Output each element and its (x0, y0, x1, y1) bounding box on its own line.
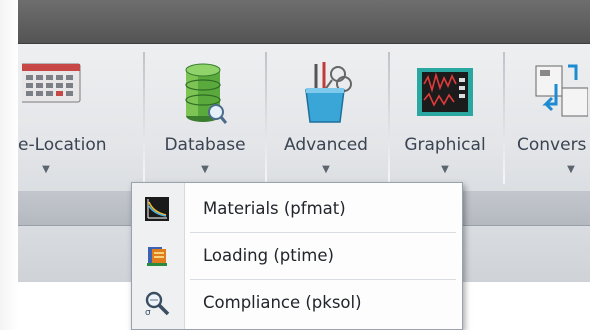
menu-item-materials[interactable]: Materials (pfmat) (132, 187, 462, 231)
menu-separator (190, 279, 456, 280)
group-separator (388, 52, 390, 184)
chevron-down-icon: ▼ (42, 164, 50, 175)
group-separator (503, 52, 505, 184)
tools-beaker-icon (298, 60, 354, 128)
ribbon-button-label: Advanced (284, 135, 368, 155)
menu-item-label: Materials (pfmat) (203, 199, 346, 218)
ribbon-button-convert[interactable]: Convers ▼ (508, 52, 590, 182)
oscilloscope-icon (415, 60, 475, 122)
ribbon-button-label: Database (164, 135, 246, 155)
title-bar (18, 0, 590, 44)
window-shadow (0, 0, 18, 330)
ribbon-button-label: Convers (517, 135, 587, 155)
svg-text:σ: σ (145, 308, 151, 316)
menu-item-compliance[interactable]: σ Compliance (pksol) (132, 281, 462, 325)
materials-chart-icon (144, 196, 170, 222)
ribbon-button-location[interactable]: e-Location ▼ (13, 52, 140, 182)
ribbon-button-label: e-Location (18, 135, 107, 155)
ribbon-button-advanced[interactable]: Advanced ▼ (269, 52, 383, 182)
ribbon-button-database[interactable]: Database ▼ (148, 52, 262, 182)
convert-icon (532, 60, 589, 124)
chevron-down-icon: ▼ (201, 164, 209, 175)
menu-separator (190, 232, 456, 233)
group-separator (265, 52, 267, 184)
menu-item-label: Loading (ptime) (203, 246, 334, 265)
database-dropdown-menu: Materials (pfmat) Loading (ptime) σ Comp… (131, 182, 463, 330)
group-separator (143, 52, 145, 184)
chevron-down-icon: ▼ (322, 164, 330, 175)
compliance-search-icon: σ (144, 290, 170, 318)
database-icon (183, 60, 228, 130)
calendar-grid-icon (13, 60, 82, 110)
ribbon-button-label: Graphical (404, 135, 486, 155)
menu-item-label: Compliance (pksol) (203, 293, 362, 312)
menu-item-loading[interactable]: Loading (ptime) (132, 234, 462, 278)
chevron-down-icon: ▼ (441, 164, 449, 175)
chevron-down-icon: ▼ (567, 164, 575, 175)
loading-book-icon (144, 243, 170, 269)
ribbon-button-graphical[interactable]: Graphical ▼ (391, 52, 499, 182)
